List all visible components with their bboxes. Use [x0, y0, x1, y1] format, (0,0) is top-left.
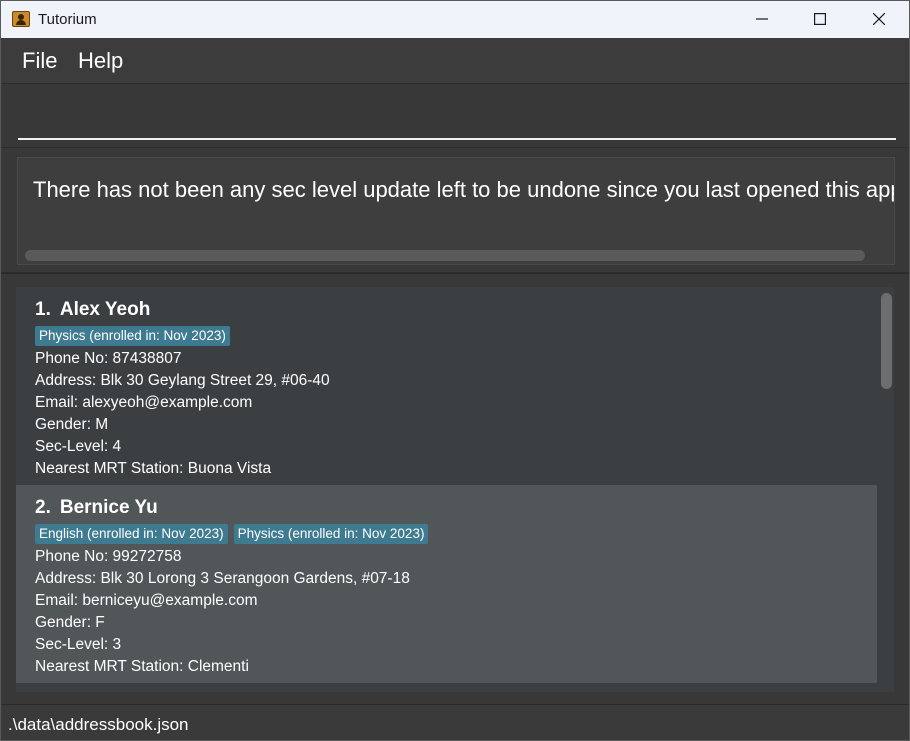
result-display[interactable]: There has not been any sec level update …	[17, 157, 895, 265]
person-sec-level: Sec-Level: 3	[35, 636, 122, 653]
person-card[interactable]: 1. Alex Yeoh Physics (enrolled in: Nov 20…	[16, 287, 877, 485]
maximize-icon	[814, 13, 826, 25]
person-index: 1.	[35, 299, 51, 320]
person-name: Alex Yeoh	[59, 299, 151, 320]
person-mrt: Nearest MRT Station: Buona Vista	[35, 460, 272, 477]
scrollbar-thumb[interactable]	[881, 293, 892, 389]
minimize-button[interactable]	[733, 1, 791, 38]
person-phone: Phone No: 87438807	[35, 350, 182, 367]
result-message: There has not been any sec level update …	[33, 177, 895, 202]
person-list[interactable]: 1. Alex Yeoh Physics (enrolled in: Nov 20…	[16, 287, 894, 692]
command-input[interactable]	[18, 92, 896, 140]
command-box	[1, 84, 909, 148]
app-contact-icon	[12, 11, 30, 27]
person-header: 2. Bernice Yu	[35, 497, 877, 519]
person-gender: Gender: F	[35, 614, 105, 631]
menu-bar: File Help	[1, 38, 909, 84]
menu-file[interactable]: File	[22, 49, 57, 73]
status-bar: .\data\addressbook.json	[1, 704, 909, 740]
person-mrt: Nearest MRT Station: Clementi	[35, 658, 249, 675]
result-display-panel: There has not been any sec level update …	[1, 148, 909, 274]
tag-list: Physics (enrolled in: Nov 2023)	[35, 326, 877, 348]
person-header: 1. Alex Yeoh	[35, 299, 877, 321]
person-card[interactable]: 2. Bernice Yu English (enrolled in: Nov 2…	[16, 485, 877, 683]
title-bar[interactable]: Tutorium	[1, 1, 909, 38]
person-sec-level: Sec-Level: 4	[35, 438, 122, 455]
subject-tag: Physics (enrolled in: Nov 2023)	[35, 326, 230, 346]
minimize-icon	[756, 18, 768, 20]
person-gender: Gender: M	[35, 416, 109, 433]
person-email: Email: berniceyu@example.com	[35, 592, 258, 609]
subject-tag: Physics (enrolled in: Nov 2023)	[233, 524, 429, 544]
result-horizontal-scrollbar[interactable]	[25, 250, 865, 261]
person-list-scrollbar[interactable]	[878, 287, 894, 692]
person-phone: Phone No: 99272758	[35, 548, 182, 565]
tag-list: English (enrolled in: Nov 2023) Physics (…	[35, 524, 877, 546]
status-file-path: .\data\addressbook.json	[8, 715, 189, 734]
subject-tag: English (enrolled in: Nov 2023)	[35, 524, 228, 544]
maximize-button[interactable]	[791, 1, 849, 38]
close-icon	[873, 13, 885, 25]
app-window: Tutorium File Help There has not been an…	[0, 0, 910, 741]
person-email: Email: alexyeoh@example.com	[35, 394, 253, 411]
person-name: Bernice Yu	[59, 497, 158, 518]
close-button[interactable]	[850, 1, 908, 38]
window-title: Tutorium	[38, 11, 97, 28]
person-address: Address: Blk 30 Lorong 3 Serangoon Garde…	[35, 570, 410, 587]
person-index: 2.	[35, 497, 51, 518]
person-address: Address: Blk 30 Geylang Street 29, #06-4…	[35, 372, 330, 389]
menu-help[interactable]: Help	[78, 49, 123, 73]
person-list-panel: 1. Alex Yeoh Physics (enrolled in: Nov 20…	[1, 274, 909, 704]
